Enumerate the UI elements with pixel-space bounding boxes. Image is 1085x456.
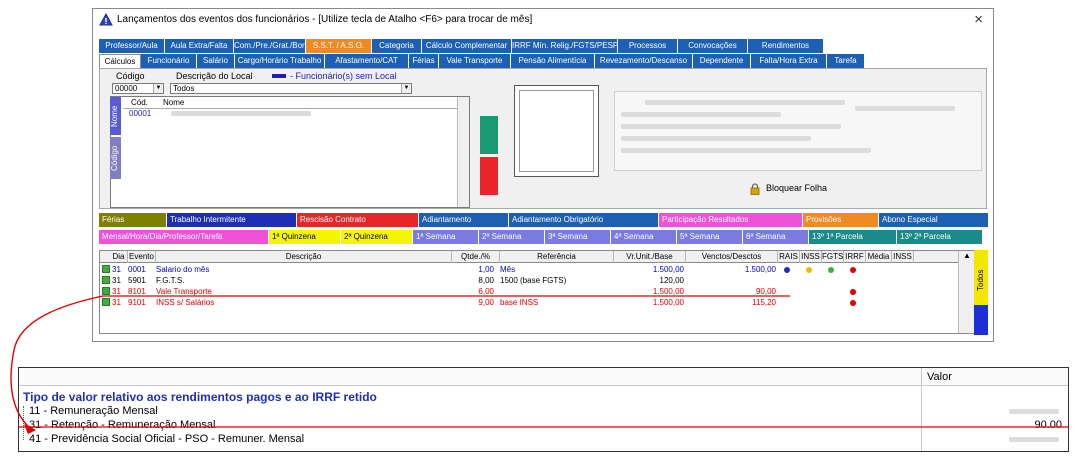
annotation-overlay: [10, 295, 1069, 434]
annotation-arrow-head: [24, 424, 36, 434]
annotation-curved-arrow: [10, 295, 104, 429]
